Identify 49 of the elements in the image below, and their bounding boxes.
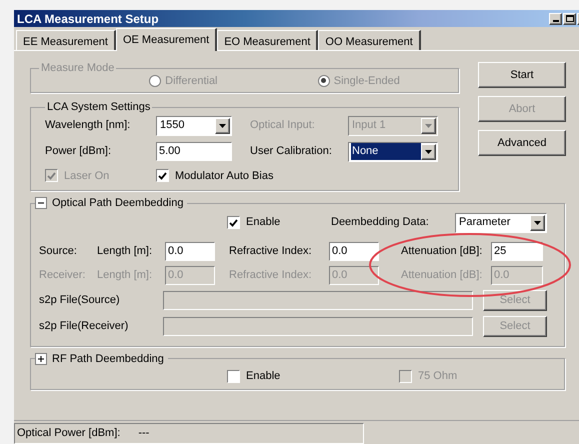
collapse-icon[interactable] [35,197,47,210]
field-label: Refractive Index: [229,269,312,282]
tab[interactable]: EE Measurement [16,30,116,50]
dropdown[interactable]: None [348,142,438,162]
row-label: Source: [39,245,77,258]
status-label: Optical Power [dBm]: [17,426,120,442]
row-label: Receiver: [39,269,86,282]
group-label: Measure Mode [40,61,116,76]
dropdown[interactable]: 1550 [156,116,232,136]
field-label: Attenuation [dB]: [401,269,482,282]
expand-icon[interactable] [35,352,47,365]
checkbox-label: Laser On [64,168,110,184]
field-label: Length [m]: [97,245,152,258]
field-label: Wavelength [nm]: [45,119,130,132]
radio-label: Differential [165,74,218,88]
window-title: LCA Measurement Setup [17,10,159,28]
checkbox-label: Modulator Auto Bias [175,168,274,184]
text-field[interactable]: 0.0 [165,242,215,261]
field-label: User Calibration: [250,145,332,158]
text-field[interactable]: 0.0 [329,242,379,261]
checkbox[interactable] [156,169,169,182]
text-field[interactable]: 5.00 [156,142,232,161]
radio-label: Single-Ended [334,74,400,88]
field-label: s2p File(Source) [39,294,120,306]
text-field[interactable]: 25 [491,242,543,261]
checkbox[interactable] [227,216,240,229]
group-label: RF Path Deembedding [52,352,164,366]
field-label: s2p File(Receiver) [39,320,128,332]
maximize-icon[interactable] [563,12,576,24]
field-label: Attenuation [dB]: [401,245,482,258]
field-label: Refractive Index: [229,245,312,258]
checkbox-label: Enable [246,368,280,384]
field-label: Optical Input: [250,119,315,132]
checkbox-label: 75 Ohm [418,368,458,384]
group-label: LCA System Settings [46,100,152,115]
field-label: Length [m]: [97,269,152,282]
checkbox[interactable] [227,370,240,382]
field-label: Power [dBm]: [45,145,112,158]
tab[interactable]: EO Measurement [217,30,318,50]
button[interactable]: Advanced [478,130,566,156]
button[interactable]: Start [478,62,566,88]
status-value: --- [138,426,150,442]
group-label: Optical Path Deembedding [52,196,184,211]
tab[interactable]: OO Measurement [318,30,421,50]
minimize-icon[interactable] [549,12,562,24]
checkbox-label: Enable [246,216,280,228]
tab[interactable]: OE Measurement [116,28,218,51]
dropdown[interactable]: Parameter [455,212,547,232]
field-label: Deembedding Data: [331,216,429,228]
